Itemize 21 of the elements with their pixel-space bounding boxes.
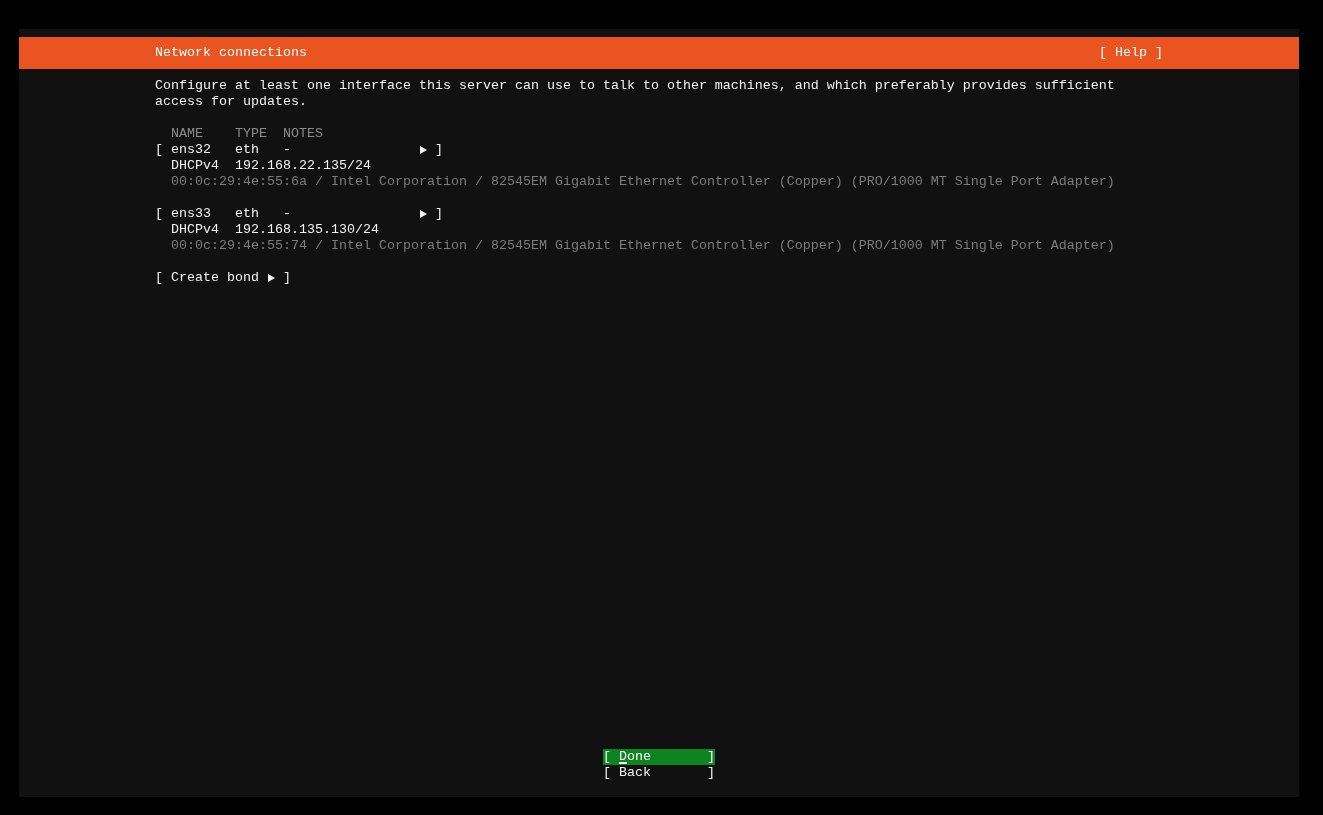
column-header: NOTES: [283, 126, 323, 141]
device-details: 00:0c:29:4e:55:6a / Intel Corporation / 82545EM Gigabit Ethernet Controller (Copper) (PRO/1000 MT Single Port Adapter): [171, 174, 1115, 190]
help-button[interactable]: [ Help ]: [1099, 45, 1163, 61]
triangle-icon: [420, 210, 427, 218]
action-button[interactable]: [ Done ]: [603, 749, 715, 765]
cursor-icon: [619, 762, 627, 764]
action-button[interactable]: [ Back ]: [603, 765, 715, 781]
interface-row-button[interactable]: [ ens33 eth - ]: [155, 206, 443, 222]
screen-title: Network connections: [155, 45, 307, 61]
column-header: NAME: [171, 126, 203, 141]
addressing-method: DHCPv4: [171, 222, 219, 237]
ip-address: 192.168.22.135/24: [235, 158, 371, 174]
addressing-method: DHCPv4: [171, 158, 219, 173]
interface-row-button[interactable]: [ ens32 eth - ]: [155, 142, 443, 158]
device-details: 00:0c:29:4e:55:74 / Intel Corporation / 82545EM Gigabit Ethernet Controller (Copper) (PRO/1000 MT Single Port Adapter): [171, 238, 1115, 254]
triangle-icon: [268, 274, 275, 282]
create-bond-button[interactable]: [ Create bond ]: [155, 270, 291, 286]
intro-text: Configure at least one interface this server can use to talk to other machines, and which preferably provides sufficient access for updates.: [155, 78, 1116, 110]
ip-address: 192.168.135.130/24: [235, 222, 379, 238]
column-header: TYPE: [235, 126, 267, 141]
triangle-icon: [420, 146, 427, 154]
